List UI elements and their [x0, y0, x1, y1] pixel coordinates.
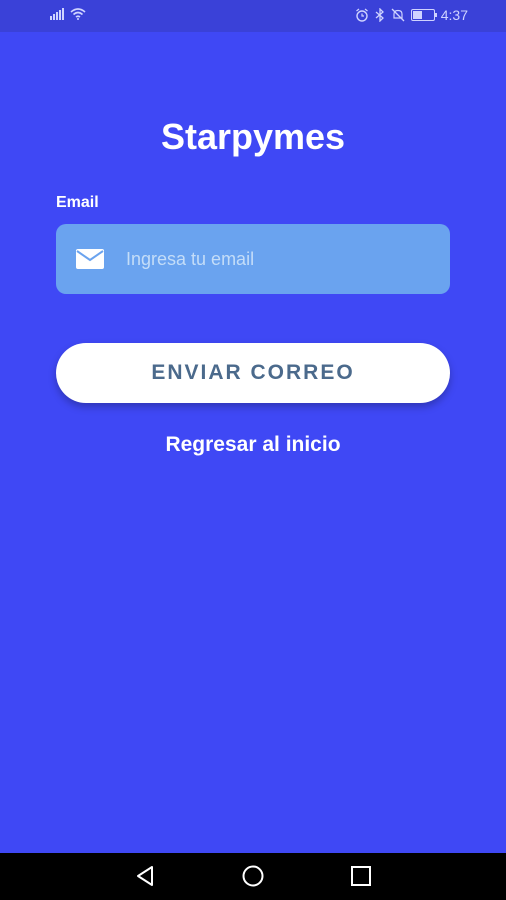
home-nav-icon[interactable]	[242, 865, 264, 887]
alarm-icon	[355, 8, 368, 22]
battery-icon	[410, 9, 437, 21]
wifi-icon	[70, 8, 86, 20]
mail-icon	[76, 249, 104, 269]
send-email-button[interactable]: ENVIAR CORREO	[56, 343, 450, 403]
status-time: 4:37	[440, 7, 468, 23]
back-nav-icon[interactable]	[134, 865, 156, 887]
signal-icon	[50, 8, 64, 20]
email-label: Email	[56, 194, 99, 211]
email-field[interactable]	[56, 224, 450, 294]
app-title: Starpymes	[160, 116, 346, 157]
bluetooth-icon	[375, 8, 384, 22]
mute-icon	[391, 8, 405, 22]
recents-nav-icon[interactable]	[350, 865, 372, 887]
navigation-bar	[0, 853, 506, 900]
email-input[interactable]	[124, 247, 408, 271]
back-to-home-link[interactable]: Regresar al inicio	[0, 433, 506, 457]
status-bar: 4:37	[0, 0, 506, 32]
